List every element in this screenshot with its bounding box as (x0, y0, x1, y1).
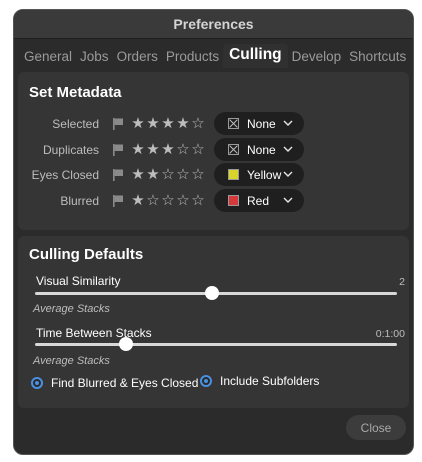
color-label-value: Red (247, 193, 270, 208)
tab-orders[interactable]: Orders (113, 49, 162, 68)
star-icon[interactable]: ☆ (176, 166, 190, 184)
flag-icon[interactable] (112, 168, 124, 182)
culling-defaults-title: Culling Defaults (29, 246, 144, 263)
star-icon[interactable]: ☆ (146, 192, 160, 210)
color-swatch-icon (228, 169, 239, 180)
time-between-stacks-label: Time Between Stacks (36, 326, 152, 340)
visual-similarity-value: 2 (399, 276, 405, 288)
radio-icon[interactable] (200, 375, 212, 387)
tab-bar: General Jobs Orders Products Culling Dev… (20, 44, 407, 68)
color-label-dropdown[interactable]: Yellow (214, 163, 304, 186)
radio-icon[interactable] (31, 377, 43, 389)
star-icon[interactable]: ☆ (191, 115, 205, 133)
tab-products[interactable]: Products (162, 49, 223, 68)
metadata-row-label: Selected (52, 117, 99, 131)
tab-culling[interactable]: Culling (223, 44, 288, 68)
color-label-value: None (247, 116, 276, 131)
star-icon[interactable]: ★ (146, 115, 160, 133)
metadata-row-label: Duplicates (42, 143, 99, 157)
flag-icon[interactable] (112, 117, 124, 131)
metadata-row: Duplicates ★ ★ ★ ☆ ☆ None (18, 138, 409, 162)
color-swatch-icon (228, 195, 239, 206)
metadata-row: Blurred ★ ☆ ☆ ☆ ☆ Red (18, 189, 409, 213)
star-icon[interactable]: ☆ (191, 192, 205, 210)
time-between-stacks-value: 0:1:00 (375, 328, 405, 340)
star-rating[interactable]: ★ ★ ★ ★ ☆ (131, 115, 205, 133)
color-label-value: None (247, 142, 276, 157)
star-icon[interactable]: ★ (131, 141, 145, 159)
color-label-dropdown[interactable]: None (214, 138, 304, 161)
chevron-down-icon (283, 146, 293, 152)
star-icon[interactable]: ★ (131, 192, 145, 210)
culling-defaults-panel: Culling Defaults Visual Similarity 2 Ave… (18, 236, 409, 408)
metadata-row: Selected ★ ★ ★ ★ ☆ None (18, 112, 409, 136)
star-icon[interactable]: ★ (176, 115, 190, 133)
star-icon[interactable]: ☆ (176, 141, 190, 159)
set-metadata-panel: Set Metadata Selected ★ ★ ★ ★ ☆ None Duplicates… (18, 72, 409, 230)
star-icon[interactable]: ★ (131, 115, 145, 133)
close-button[interactable]: Close (346, 415, 406, 440)
time-between-stacks-thumb[interactable] (118, 337, 133, 351)
star-icon[interactable]: ☆ (191, 141, 205, 159)
visual-similarity-slider[interactable] (35, 286, 397, 300)
include-subfolders-option[interactable]: Include Subfolders (200, 374, 319, 388)
chevron-down-icon (283, 120, 293, 126)
preferences-window: Preferences General Jobs Orders Products… (13, 9, 414, 455)
chevron-down-icon (283, 171, 293, 177)
metadata-row: Eyes Closed ★ ★ ☆ ☆ ☆ Yellow (18, 163, 409, 187)
visual-similarity-thumb[interactable] (205, 286, 220, 300)
tab-shortcuts[interactable]: Shortcuts (345, 49, 410, 68)
tab-develop[interactable]: Develop (288, 49, 346, 68)
visual-similarity-sublabel: Average Stacks (33, 303, 110, 315)
star-rating[interactable]: ★ ☆ ☆ ☆ ☆ (131, 192, 205, 210)
include-subfolders-label: Include Subfolders (220, 374, 320, 388)
star-rating[interactable]: ★ ★ ☆ ☆ ☆ (131, 166, 205, 184)
color-label-dropdown[interactable]: None (214, 112, 304, 135)
star-icon[interactable]: ☆ (176, 192, 190, 210)
visual-similarity-label: Visual Similarity (36, 274, 121, 288)
color-label-dropdown[interactable]: Red (214, 189, 304, 212)
color-label-value: Yellow (247, 167, 282, 182)
metadata-row-label: Blurred (60, 194, 99, 208)
star-icon[interactable]: ★ (146, 141, 160, 159)
tab-general[interactable]: General (20, 49, 76, 68)
time-between-stacks-slider[interactable] (35, 337, 397, 351)
star-icon[interactable]: ☆ (161, 192, 175, 210)
chevron-down-icon (283, 197, 293, 203)
star-icon[interactable]: ★ (161, 115, 175, 133)
color-swatch-icon (228, 118, 239, 129)
set-metadata-title: Set Metadata (29, 84, 122, 101)
tab-jobs[interactable]: Jobs (76, 49, 113, 68)
star-icon[interactable]: ★ (146, 166, 160, 184)
star-icon[interactable]: ☆ (191, 166, 205, 184)
time-between-stacks-sublabel: Average Stacks (33, 355, 110, 367)
star-icon[interactable]: ★ (161, 141, 175, 159)
color-swatch-icon (228, 144, 239, 155)
star-icon[interactable]: ☆ (161, 166, 175, 184)
flag-icon[interactable] (112, 143, 124, 157)
flag-icon[interactable] (112, 194, 124, 208)
star-icon[interactable]: ★ (131, 166, 145, 184)
metadata-row-label: Eyes Closed (31, 168, 99, 182)
find-blurred-label: Find Blurred & Eyes Closed (51, 376, 199, 390)
star-rating[interactable]: ★ ★ ★ ☆ ☆ (131, 141, 205, 159)
find-blurred-option[interactable]: Find Blurred & Eyes Closed (31, 376, 198, 390)
window-title: Preferences (14, 10, 413, 39)
